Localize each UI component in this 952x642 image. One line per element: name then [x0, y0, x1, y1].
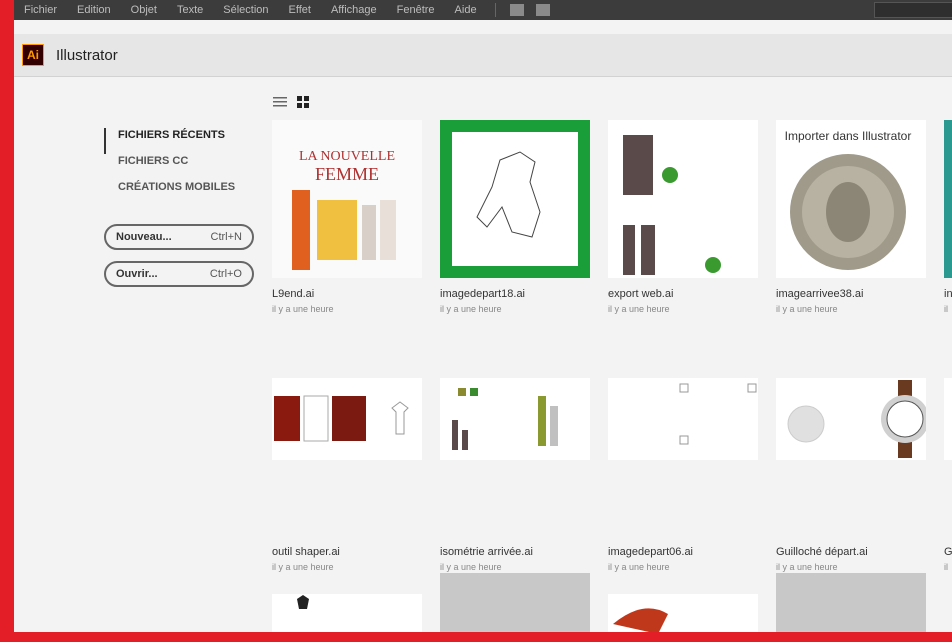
file-card[interactable]: in il — [944, 120, 952, 314]
menu-separator — [494, 3, 496, 17]
new-button[interactable]: Nouveau... Ctrl+N — [104, 224, 254, 250]
file-card[interactable]: imagedepart06.ai il y a une heure — [608, 378, 768, 572]
file-name: imagearrivee38.ai — [776, 288, 864, 300]
new-button-shortcut: Ctrl+N — [210, 231, 242, 243]
open-button-label: Ouvrir... — [116, 268, 158, 280]
thumb-text-1: LA NOUVELLE — [299, 149, 395, 164]
file-thumbnail[interactable] — [608, 594, 758, 632]
file-time: il y a une heure — [440, 562, 502, 572]
menu-text[interactable]: Texte — [167, 4, 213, 16]
file-card[interactable]: isométrie arrivée.ai il y a une heure — [440, 378, 600, 572]
file-time: il y a une heure — [440, 304, 502, 314]
file-name: Guilloché départ.ai — [776, 546, 868, 558]
illustrator-logo-icon: Ai — [22, 44, 44, 66]
file-thumbnail[interactable] — [272, 378, 422, 460]
file-card[interactable] — [608, 594, 768, 632]
file-card[interactable] — [776, 573, 936, 632]
file-time: il y a une heure — [272, 562, 334, 572]
file-time: il y a une heure — [776, 562, 838, 572]
file-time: il — [944, 304, 948, 314]
file-name: L9end.ai — [272, 288, 315, 300]
file-time: il y a une heure — [272, 304, 334, 314]
file-name: imagedepart18.ai — [440, 288, 526, 300]
app-title: Illustrator — [56, 46, 118, 64]
title-bar: Ai Illustrator — [14, 34, 952, 77]
sidebar-item-cc-files[interactable]: FICHIERS CC — [104, 154, 274, 180]
thumb-text-2: FEMME — [315, 164, 379, 184]
new-button-label: Nouveau... — [116, 231, 172, 243]
file-card[interactable]: Guilloché départ.ai il y a une heure — [776, 378, 936, 572]
open-button-shortcut: Ctrl+O — [209, 268, 242, 280]
sidebar-item-mobile-creations[interactable]: CRÉATIONS MOBILES — [104, 180, 274, 206]
file-thumbnail[interactable] — [440, 378, 590, 460]
stock-icon[interactable] — [535, 4, 550, 16]
file-name: isométrie arrivée.ai — [440, 546, 533, 558]
menu-edit[interactable]: Edition — [67, 4, 121, 16]
file-name: in — [944, 288, 952, 300]
file-thumbnail[interactable] — [944, 120, 952, 278]
menu-effect[interactable]: Effet — [279, 4, 321, 16]
file-thumbnail[interactable] — [776, 573, 926, 632]
file-thumbnail[interactable] — [272, 594, 422, 632]
menu-view[interactable]: Affichage — [321, 4, 387, 16]
file-card[interactable] — [272, 594, 432, 632]
file-time: il — [944, 562, 948, 572]
grid-view-icon[interactable] — [297, 96, 311, 108]
sidebar: FICHIERS RÉCENTS FICHIERS CC CRÉATIONS M… — [104, 128, 274, 206]
thumb-caption: Importer dans Illustrator — [785, 129, 912, 143]
file-thumbnail[interactable] — [440, 573, 590, 632]
file-card[interactable]: imagedepart18.ai il y a une heure — [440, 120, 600, 314]
file-thumbnail[interactable] — [608, 378, 758, 460]
file-card[interactable]: LA NOUVELLE FEMME L9end.ai il y a une he… — [272, 120, 432, 314]
menu-select[interactable]: Sélection — [213, 4, 278, 16]
menu-bar: Fichier Edition Objet Texte Sélection Ef… — [14, 0, 952, 20]
file-card[interactable] — [440, 573, 600, 632]
file-name: export web.ai — [608, 288, 674, 300]
file-card[interactable]: Importer dans Illustrator imagearrivee38… — [776, 120, 936, 314]
file-name: imagedepart06.ai — [608, 546, 694, 558]
menu-window[interactable]: Fenêtre — [387, 4, 445, 16]
file-thumbnail[interactable] — [608, 120, 758, 278]
screen: Fichier Edition Objet Texte Sélection Ef… — [14, 0, 952, 632]
file-thumbnail[interactable]: LA NOUVELLE FEMME — [272, 120, 422, 278]
file-time: il y a une heure — [776, 304, 838, 314]
file-card[interactable]: outil shaper.ai il y a une heure — [272, 378, 432, 572]
file-thumbnail[interactable]: Importer dans Illustrator — [776, 120, 926, 278]
file-card[interactable]: G il — [944, 378, 952, 572]
menu-help[interactable]: Aide — [445, 4, 487, 16]
search-field[interactable] — [874, 2, 952, 18]
file-thumbnail[interactable] — [944, 378, 952, 460]
file-card[interactable]: export web.ai il y a une heure — [608, 120, 768, 314]
open-button[interactable]: Ouvrir... Ctrl+O — [104, 261, 254, 287]
file-time: il y a une heure — [608, 562, 670, 572]
file-name: outil shaper.ai — [272, 546, 340, 558]
sidebar-item-recent-files[interactable]: FICHIERS RÉCENTS — [104, 128, 274, 154]
file-thumbnail[interactable] — [440, 120, 590, 278]
bridge-icon[interactable] — [509, 4, 524, 16]
menu-object[interactable]: Objet — [121, 4, 167, 16]
menu-file[interactable]: Fichier — [14, 4, 67, 16]
list-view-icon[interactable] — [273, 96, 287, 108]
file-name: G — [944, 546, 952, 558]
file-time: il y a une heure — [608, 304, 670, 314]
view-toggle — [273, 96, 311, 108]
file-thumbnail[interactable] — [776, 378, 926, 460]
